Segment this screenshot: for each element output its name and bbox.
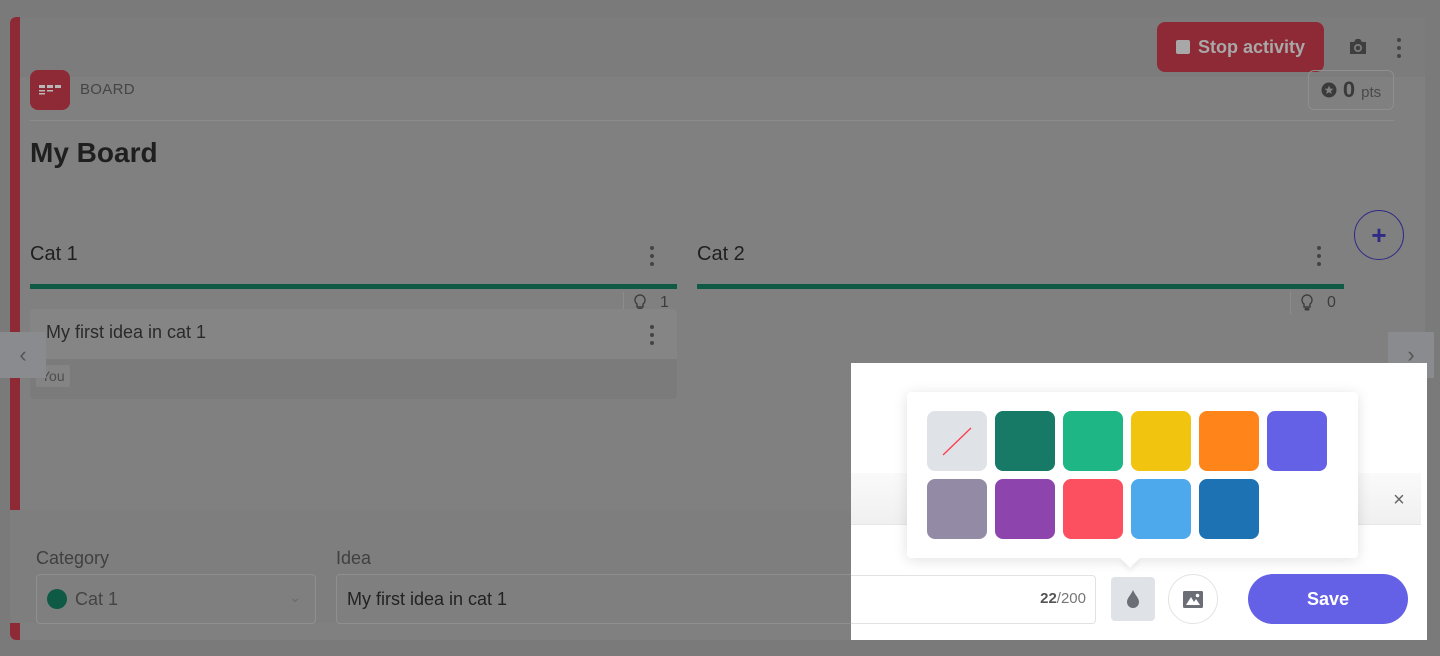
scroll-left-button[interactable]: ‹: [0, 332, 46, 378]
column-color-bar: [30, 284, 677, 289]
save-label: Save: [1306, 588, 1350, 609]
swatch-none[interactable]: [927, 411, 987, 471]
star-icon: [1321, 82, 1337, 98]
color-swatch[interactable]: [1063, 411, 1123, 471]
color-swatch[interactable]: [1131, 411, 1191, 471]
points-unit: pts: [1361, 84, 1382, 101]
color-swatch[interactable]: [1199, 479, 1259, 539]
add-column-button[interactable]: +: [1354, 210, 1404, 260]
color-swatch[interactable]: [995, 411, 1055, 471]
idea-count-value: 0: [1327, 294, 1336, 311]
points-value: 0: [1342, 77, 1356, 102]
color-picker-button[interactable]: [1111, 577, 1155, 621]
stop-icon: [1175, 40, 1190, 54]
stop-activity-label: Stop activity: [1197, 36, 1306, 57]
column-menu-icon[interactable]: [649, 246, 655, 266]
column-color-bar: [697, 284, 1344, 289]
category-value: Cat 1: [75, 588, 119, 609]
idea-label: Idea: [336, 548, 372, 568]
category-select[interactable]: Cat 1 ⌄: [36, 574, 316, 624]
add-image-button[interactable]: [1168, 574, 1218, 624]
character-counter: 22/200: [1000, 590, 1086, 607]
color-swatch[interactable]: [1199, 411, 1259, 471]
idea-card[interactable]: My first idea in cat 1 You: [30, 309, 677, 399]
board-type-label: BOARD: [80, 81, 135, 98]
activity-toolbar: Stop activity: [20, 17, 1425, 77]
idea-input[interactable]: My first idea in cat 1: [336, 574, 851, 624]
more-options-icon[interactable]: [1396, 38, 1402, 58]
color-swatch[interactable]: [1063, 479, 1123, 539]
droplet-icon: [1127, 590, 1139, 608]
idea-input-value: My first idea in cat 1: [347, 588, 508, 609]
board-glyph-icon: [39, 85, 61, 95]
color-swatch[interactable]: [1267, 411, 1327, 471]
header-divider: [30, 120, 1394, 121]
column-menu-icon[interactable]: [1316, 246, 1322, 266]
idea-footer: You: [30, 359, 677, 399]
close-icon[interactable]: ×: [1389, 490, 1409, 510]
idea-text: My first idea in cat 1: [46, 322, 207, 342]
color-swatch[interactable]: [1131, 479, 1191, 539]
color-swatch[interactable]: [995, 479, 1055, 539]
chevron-down-icon: ⌄: [289, 589, 301, 605]
char-max: /200: [1056, 590, 1086, 607]
points-badge: 0 pts: [1308, 70, 1394, 110]
char-count: 22: [1040, 590, 1057, 607]
category-color-dot: [47, 589, 67, 609]
chevron-left-icon: ‹: [19, 342, 27, 367]
camera-icon[interactable]: [1348, 38, 1368, 56]
save-button[interactable]: Save: [1248, 574, 1408, 624]
stop-activity-button[interactable]: Stop activity: [1157, 22, 1324, 72]
category-label: Category: [36, 548, 110, 568]
column-idea-count: 0: [1290, 292, 1336, 314]
board-app-icon: [30, 70, 70, 110]
image-icon: [1183, 590, 1203, 608]
idea-menu-icon[interactable]: [649, 325, 655, 345]
column-title: Cat 2: [697, 243, 745, 265]
color-palette-popover: [907, 392, 1358, 558]
no-color-icon: [942, 427, 972, 456]
board-title: My Board: [30, 137, 158, 168]
column-title: Cat 1: [30, 243, 78, 265]
lightbulb-icon: [1301, 294, 1313, 311]
color-swatch[interactable]: [927, 479, 987, 539]
plus-icon: +: [1371, 219, 1387, 250]
